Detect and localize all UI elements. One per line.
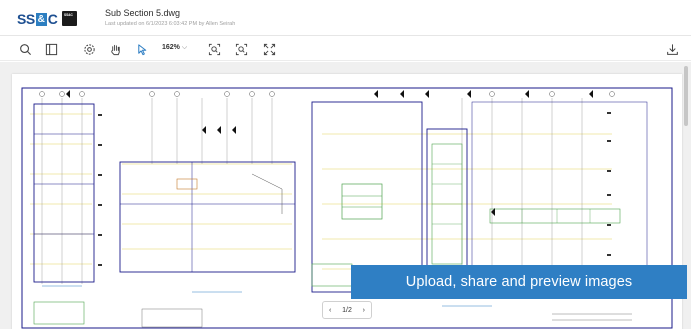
viewer-toolbar: 162% ⌵ — [0, 37, 691, 61]
company-logo: SS & C — [17, 11, 58, 27]
vertical-scrollbar[interactable] — [684, 66, 688, 126]
select-pointer-icon[interactable] — [134, 41, 150, 57]
promo-banner: Upload, share and preview images — [351, 265, 687, 299]
zoom-level-dropdown[interactable]: 162% ⌵ — [162, 44, 187, 52]
download-icon[interactable] — [664, 41, 680, 57]
page-indicator: 1/2 — [342, 306, 352, 314]
chevron-down-icon: ⌵ — [181, 44, 188, 51]
search-icon[interactable] — [17, 41, 33, 57]
title-bar: SS & C SS&C Sub Section 5.dwg Last updated… — [0, 0, 691, 36]
brand-badge: SS&C — [62, 11, 77, 26]
file-last-updated: Last updated on 6/1/2023 6:03:42 PM by A… — [105, 21, 236, 27]
app-window: SS & C SS&C Sub Section 5.dwg Last updated… — [0, 0, 691, 329]
fit-screen-icon[interactable] — [261, 41, 277, 57]
sidebar-toggle-icon[interactable] — [43, 41, 59, 57]
prev-page-button[interactable]: ‹ — [329, 307, 331, 314]
page-navigator: ‹ 1/2 › — [322, 301, 372, 319]
settings-icon[interactable] — [81, 41, 97, 57]
zoom-in-icon[interactable] — [206, 41, 222, 57]
pan-hand-icon[interactable] — [107, 41, 123, 57]
zoom-out-icon[interactable] — [233, 41, 249, 57]
next-page-button[interactable]: › — [363, 307, 365, 314]
file-title: Sub Section 5.dwg — [105, 8, 181, 18]
